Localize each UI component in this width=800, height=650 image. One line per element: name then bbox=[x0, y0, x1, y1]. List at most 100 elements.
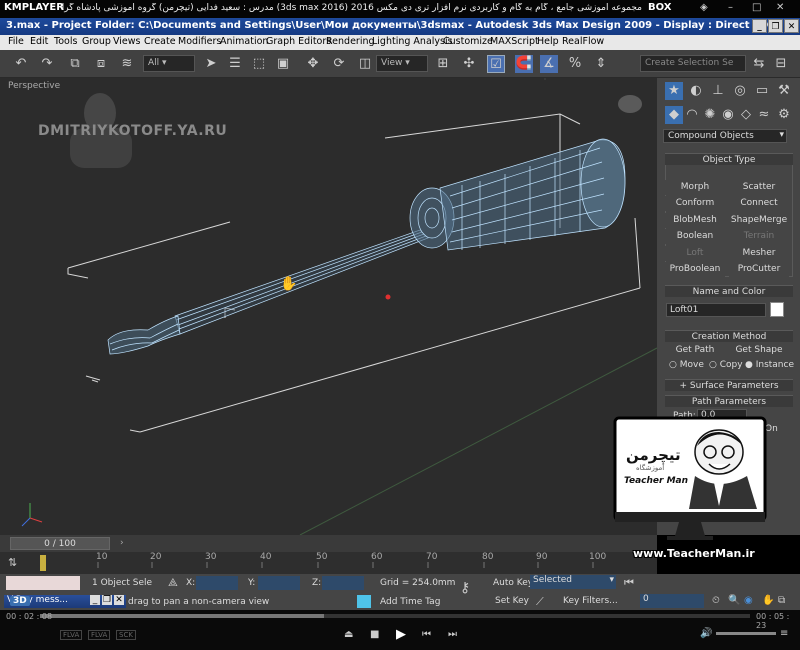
mesher-button[interactable]: Mesher bbox=[729, 246, 789, 261]
instance-radio[interactable]: ● Instance bbox=[745, 360, 794, 370]
set-key-icon[interactable]: ⚷ bbox=[460, 580, 470, 596]
shapes-icon[interactable]: ◠ bbox=[683, 106, 701, 124]
minimize-button[interactable]: _ bbox=[752, 19, 767, 33]
current-frame-field[interactable]: 0 bbox=[640, 594, 704, 608]
shapemerge-button[interactable]: ShapeMerge bbox=[729, 213, 789, 228]
percent-snap-icon[interactable]: % bbox=[566, 55, 584, 73]
select-and-scale-icon[interactable]: ◫ bbox=[356, 55, 374, 73]
unlink-icon[interactable]: ⧈ bbox=[92, 55, 110, 73]
get-path-button[interactable]: Get Path bbox=[665, 343, 725, 358]
menu-lighting-analysis[interactable]: Lighting Analysis bbox=[372, 36, 453, 47]
terrain-button[interactable]: Terrain bbox=[729, 229, 789, 244]
time-slider-thumb[interactable]: 0 / 100 bbox=[10, 537, 110, 550]
object-color-swatch[interactable] bbox=[770, 302, 784, 317]
key-tangent-icon[interactable]: ⟋ bbox=[536, 595, 544, 609]
spinner-snap-icon[interactable]: ⇕ bbox=[592, 55, 610, 73]
spacewarps-icon[interactable]: ≈ bbox=[755, 106, 773, 124]
rectangular-selection-icon[interactable]: ⬚ bbox=[250, 55, 268, 73]
scatter-button[interactable]: Scatter bbox=[729, 180, 789, 195]
menu-maxscript[interactable]: MAXScript bbox=[490, 36, 539, 47]
x-coord-field[interactable] bbox=[196, 576, 238, 590]
mirror-icon[interactable]: ⇆ bbox=[750, 55, 768, 73]
lock-selection-icon[interactable]: ⟁ bbox=[168, 576, 178, 590]
perspective-viewport[interactable]: Perspective ✋ DMITRIYKOTOFF.YA.RU bbox=[0, 78, 657, 535]
menu-customize[interactable]: Customize bbox=[443, 36, 493, 47]
menu-create[interactable]: Create bbox=[144, 36, 176, 47]
set-key-button[interactable]: Set Key bbox=[495, 596, 529, 606]
maximize-viewport-icon[interactable]: ⧉ bbox=[778, 595, 785, 606]
helpers-icon[interactable]: ◇ bbox=[737, 106, 755, 124]
menu-file[interactable]: File bbox=[8, 36, 24, 47]
menu-animation[interactable]: Animation bbox=[220, 36, 268, 47]
auto-key-button[interactable]: Auto Key bbox=[493, 578, 533, 588]
move-radio[interactable]: ○ Move bbox=[669, 360, 704, 370]
add-time-tag[interactable]: Add Time Tag bbox=[380, 597, 440, 607]
menu-help[interactable]: Help bbox=[537, 36, 559, 47]
path-parameters-rollout[interactable]: Path Parameters bbox=[665, 395, 793, 407]
get-shape-button[interactable]: Get Shape bbox=[729, 343, 789, 358]
player-pin-icon[interactable]: ◈ bbox=[700, 2, 708, 13]
redo-icon[interactable]: ↷ bbox=[38, 55, 56, 73]
time-slider[interactable]: 0 / 100 › bbox=[0, 535, 657, 552]
player-box-menu[interactable]: BOX bbox=[648, 2, 671, 13]
bind-space-warp-icon[interactable]: ≋ bbox=[118, 55, 136, 73]
vray-close-icon[interactable]: ✕ bbox=[114, 595, 124, 605]
object-type-rollout[interactable]: Object Type bbox=[665, 153, 793, 165]
category-dropdown[interactable]: Compound Objects ▾ bbox=[663, 129, 787, 143]
modify-tab-icon[interactable]: ◐ bbox=[687, 82, 705, 100]
player-close-icon[interactable]: ✕ bbox=[776, 2, 784, 13]
select-and-link-icon[interactable]: ⧉ bbox=[66, 55, 84, 73]
lights-icon[interactable]: ✺ bbox=[701, 106, 719, 124]
named-selection-sets-field[interactable]: Create Selection Se bbox=[640, 55, 746, 72]
track-bar[interactable]: ⇅ 10 20 30 40 50 60 70 80 90 100 bbox=[0, 552, 657, 574]
menu-rendering[interactable]: Rendering bbox=[326, 36, 375, 47]
orbit-icon[interactable]: ◉ bbox=[744, 595, 753, 606]
vray-minimize-icon[interactable]: _ bbox=[90, 595, 100, 605]
menu-modifiers[interactable]: Modifiers bbox=[178, 36, 221, 47]
surface-parameters-rollout[interactable]: + Surface Parameters bbox=[665, 379, 793, 391]
y-coord-field[interactable] bbox=[258, 576, 300, 590]
select-and-move-icon[interactable]: ✥ bbox=[304, 55, 322, 73]
play-icon[interactable]: ▶ bbox=[396, 627, 406, 642]
select-and-rotate-icon[interactable]: ⟳ bbox=[330, 55, 348, 73]
loft-button[interactable]: Loft bbox=[665, 246, 725, 261]
display-tab-icon[interactable]: ▭ bbox=[753, 82, 771, 100]
eject-icon[interactable]: ⏏ bbox=[344, 629, 353, 640]
pan-view-icon[interactable]: ✋ bbox=[762, 595, 774, 606]
volume-slider[interactable] bbox=[716, 632, 776, 635]
hierarchy-tab-icon[interactable]: ⊥ bbox=[709, 82, 727, 100]
boolean-button[interactable]: Boolean bbox=[665, 229, 725, 244]
blobmesh-button[interactable]: BlobMesh bbox=[665, 213, 725, 228]
select-manipulate-icon[interactable]: ✣ bbox=[460, 55, 478, 73]
3d-badge[interactable]: 3D bbox=[10, 596, 30, 606]
slider-next-arrow-icon[interactable]: › bbox=[120, 538, 124, 548]
name-and-color-rollout[interactable]: Name and Color bbox=[665, 285, 793, 297]
menu-icon[interactable]: ≡ bbox=[780, 628, 788, 639]
menu-realflow[interactable]: RealFlow bbox=[562, 36, 604, 47]
angle-snap-icon[interactable]: ∡ bbox=[540, 55, 558, 73]
copy-radio[interactable]: ○ Copy bbox=[709, 360, 743, 370]
vray-restore-icon[interactable]: ❐ bbox=[102, 595, 112, 605]
create-tab-icon[interactable]: ★ bbox=[665, 82, 683, 100]
procutter-button[interactable]: ProCutter bbox=[729, 262, 789, 277]
undo-icon[interactable]: ↶ bbox=[12, 55, 30, 73]
player-minimize-icon[interactable]: – bbox=[728, 2, 733, 13]
goto-start-icon[interactable]: ⏮ bbox=[624, 576, 634, 590]
select-object-icon[interactable]: ➤ bbox=[202, 55, 220, 73]
restore-button[interactable]: ❐ bbox=[768, 19, 783, 33]
utilities-tab-icon[interactable]: ⚒ bbox=[775, 82, 793, 100]
cameras-icon[interactable]: ◉ bbox=[719, 106, 737, 124]
menu-views[interactable]: Views bbox=[113, 36, 141, 47]
menu-tools[interactable]: Tools bbox=[54, 36, 77, 47]
geometry-icon[interactable]: ◆ bbox=[665, 106, 683, 124]
z-coord-field[interactable] bbox=[322, 576, 364, 590]
menu-group[interactable]: Group bbox=[82, 36, 111, 47]
select-by-name-icon[interactable]: ☰ bbox=[226, 55, 244, 73]
menu-graph-editors[interactable]: Graph Editors bbox=[266, 36, 331, 47]
pivot-center-icon[interactable]: ⊞ bbox=[434, 55, 452, 73]
keyboard-shortcut-toggle-icon[interactable]: ☑ bbox=[487, 55, 505, 73]
creation-method-rollout[interactable]: Creation Method bbox=[665, 330, 793, 342]
player-maximize-icon[interactable]: □ bbox=[752, 2, 761, 13]
align-icon[interactable]: ⊟ bbox=[772, 55, 790, 73]
window-crossing-icon[interactable]: ▣ bbox=[274, 55, 292, 73]
